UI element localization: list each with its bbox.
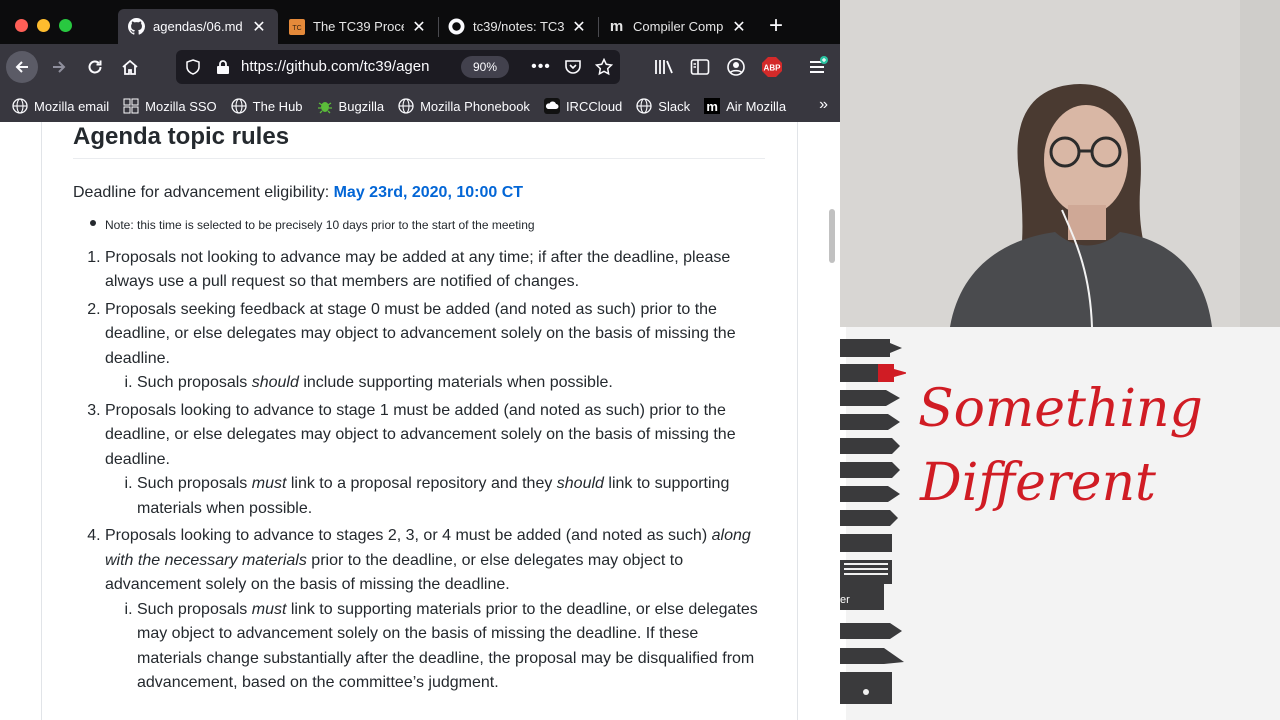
navigation-toolbar: https://github.com/tc39/agen 90% ••• ABP <box>0 44 840 90</box>
sub-item: Such proposals should include supporting… <box>137 371 765 396</box>
page-content: Agenda topic rules Deadline for advancem… <box>0 122 840 720</box>
rules-list: Proposals not looking to advance may be … <box>73 246 765 696</box>
sub-list: Such proposals should include supporting… <box>105 371 765 396</box>
tc39-icon: TC <box>288 18 305 35</box>
sub-list: Such proposals must link to supporting m… <box>105 598 765 696</box>
note-list: Note: this time is selected to be precis… <box>73 216 765 234</box>
url-text[interactable]: https://github.com/tc39/agen <box>241 58 451 75</box>
forward-button[interactable] <box>43 51 75 83</box>
handwritten-line-2: Different <box>920 453 1156 513</box>
home-button[interactable] <box>114 51 146 83</box>
sub-list: Such proposals must link to a proposal r… <box>105 472 765 521</box>
bookmark-mozilla-phonebook[interactable]: Mozilla Phonebook <box>398 98 530 114</box>
arrow-right-icon <box>53 61 66 73</box>
rule-item-1: Proposals not looking to advance may be … <box>105 246 765 295</box>
window-minimize-button[interactable] <box>37 19 50 32</box>
globe-icon <box>398 98 414 114</box>
markdown-body: Agenda topic rules Deadline for advancem… <box>73 122 765 699</box>
zoom-level-badge[interactable]: 90% <box>461 56 509 78</box>
back-button[interactable] <box>6 51 38 83</box>
deadline-paragraph: Deadline for advancement eligibility: Ma… <box>73 184 524 201</box>
note-item: Note: this time is selected to be precis… <box>90 216 765 234</box>
tab-title: agendas/06.md <box>153 19 243 34</box>
browser-window: agendas/06.md ✕ TC The TC39 Proce ✕ tc39… <box>0 0 840 720</box>
home-icon <box>122 59 138 75</box>
medium-icon: m <box>609 18 624 35</box>
tab-agendas[interactable]: agendas/06.md ✕ <box>118 9 278 44</box>
bookmark-air-mozilla[interactable]: m Air Mozilla <box>704 98 786 114</box>
new-tab-button[interactable]: + <box>763 14 789 40</box>
tab-tc39-notes[interactable]: tc39/notes: TC3 ✕ <box>438 9 598 44</box>
close-icon[interactable]: ✕ <box>410 18 428 36</box>
globe-icon <box>231 98 247 114</box>
bookmark-mozilla-sso[interactable]: Mozilla SSO <box>123 98 217 114</box>
pen-palette <box>840 327 906 720</box>
svg-text:ABP: ABP <box>764 64 782 73</box>
tab-title: The TC39 Proce <box>313 19 404 34</box>
close-icon[interactable]: ✕ <box>570 18 588 36</box>
window-close-button[interactable] <box>15 19 28 32</box>
reload-icon <box>88 60 102 74</box>
m-icon: m <box>704 98 721 114</box>
tab-compiler[interactable]: m Compiler Comp ✕ <box>598 9 758 44</box>
cloud-icon <box>543 98 560 114</box>
rule-item-2: Proposals seeking feedback at stage 0 mu… <box>105 298 765 396</box>
webcam-video <box>840 0 1280 327</box>
palette-label: er <box>840 594 850 606</box>
account-icon[interactable] <box>725 56 747 78</box>
sub-item: Such proposals must link to a proposal r… <box>137 472 765 521</box>
bug-icon <box>317 98 333 114</box>
lock-icon[interactable] <box>214 58 232 76</box>
tab-title: tc39/notes: TC3 <box>473 19 564 34</box>
more-actions-icon[interactable]: ••• <box>531 58 550 76</box>
presenter-photo <box>840 0 1280 327</box>
shield-icon[interactable] <box>184 58 202 76</box>
handwritten-line-1: Something <box>918 379 1203 439</box>
bookmark-mozilla-email[interactable]: Mozilla email <box>12 98 109 114</box>
window-maximize-button[interactable] <box>59 19 72 32</box>
rule-item-3: Proposals looking to advance to stage 1 … <box>105 399 765 522</box>
handwritten-text: Something Different <box>918 372 1203 520</box>
bookmark-bugzilla[interactable]: Bugzilla <box>317 98 384 114</box>
close-icon[interactable]: ✕ <box>250 18 268 36</box>
sidebar-icon[interactable] <box>689 56 711 78</box>
rule-item-4: Proposals looking to advance to stages 2… <box>105 524 765 696</box>
bookmarks-toolbar: Mozilla email Mozilla SSO The Hub Bugzil… <box>0 90 840 122</box>
bookmark-irccloud[interactable]: IRCCloud <box>543 98 622 114</box>
tab-tc39-process[interactable]: TC The TC39 Proce ✕ <box>278 9 438 44</box>
globe-icon <box>636 98 652 114</box>
pocket-icon[interactable] <box>564 58 582 76</box>
app-menu-icon[interactable] <box>807 56 829 78</box>
svg-text:TC: TC <box>292 25 301 32</box>
tab-title: Compiler Comp <box>633 19 724 34</box>
reload-button[interactable] <box>79 51 111 83</box>
github-icon <box>448 18 465 35</box>
globe-icon <box>12 98 28 114</box>
grid-icon <box>123 98 139 114</box>
deadline-link[interactable]: May 23rd, 2020, 10:00 CT <box>334 184 523 201</box>
arrow-left-icon <box>15 61 28 73</box>
library-icon[interactable] <box>653 56 675 78</box>
bookmark-slack[interactable]: Slack <box>636 98 690 114</box>
chevron-double-right-icon[interactable]: » <box>819 96 828 114</box>
bookmark-the-hub[interactable]: The Hub <box>231 98 303 114</box>
url-bar[interactable]: https://github.com/tc39/agen 90% ••• <box>176 50 620 84</box>
sub-item: Such proposals must link to supporting m… <box>137 598 765 696</box>
whiteboard-panel: er Something Different <box>840 327 1280 720</box>
adblock-plus-icon[interactable]: ABP <box>761 56 783 78</box>
bookmark-star-icon[interactable] <box>595 58 613 76</box>
github-icon <box>128 18 145 35</box>
close-icon[interactable]: ✕ <box>730 18 748 36</box>
scrollbar-thumb[interactable] <box>829 209 835 263</box>
tab-bar: agendas/06.md ✕ TC The TC39 Proce ✕ tc39… <box>0 0 840 44</box>
section-heading: Agenda topic rules <box>73 122 765 159</box>
